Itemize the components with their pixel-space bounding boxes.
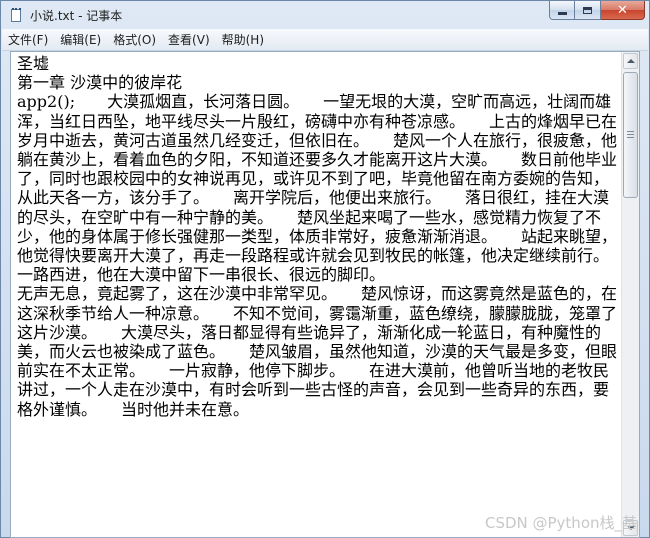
vertical-scrollbar[interactable] xyxy=(621,52,639,537)
grip-line xyxy=(627,134,634,135)
menu-file[interactable]: 文件(F) xyxy=(2,31,54,48)
maximize-icon xyxy=(583,6,592,14)
menu-format[interactable]: 格式(O) xyxy=(107,31,162,48)
arrow-up-icon xyxy=(626,59,635,63)
text-editor[interactable]: 圣墟 第一章 沙漠中的彼岸花 app2(); 大漠孤烟直，长河落日圆。 一望无垠… xyxy=(17,54,618,536)
grip-line xyxy=(627,131,634,132)
notepad-window: 小说.txt - 记事本 ✕ 文件(F) 编辑(E) 格式(O) 查看(V) 帮… xyxy=(0,0,650,538)
scroll-up-button[interactable] xyxy=(623,53,638,69)
minimize-icon xyxy=(557,11,567,15)
notepad-icon[interactable] xyxy=(9,7,24,23)
caption-buttons: ✕ xyxy=(549,1,645,21)
watermark: CSDN @Python栈_基 xyxy=(484,514,637,532)
menu-edit[interactable]: 编辑(E) xyxy=(54,31,107,48)
scroll-thumb[interactable] xyxy=(623,72,638,198)
editor-pane: 圣墟 第一章 沙漠中的彼岸花 app2(); 大漠孤烟直，长河落日圆。 一望无垠… xyxy=(10,51,640,538)
window-title: 小说.txt - 记事本 xyxy=(30,8,123,23)
menu-help[interactable]: 帮助(H) xyxy=(216,31,270,48)
minimize-button[interactable] xyxy=(549,1,575,20)
maximize-button[interactable] xyxy=(575,1,601,20)
title-bar[interactable]: 小说.txt - 记事本 ✕ xyxy=(1,1,649,29)
close-icon: ✕ xyxy=(617,2,628,18)
close-button[interactable]: ✕ xyxy=(601,1,645,20)
grip-line xyxy=(627,137,634,138)
menu-view[interactable]: 查看(V) xyxy=(162,31,216,48)
menu-bar: 文件(F) 编辑(E) 格式(O) 查看(V) 帮助(H) xyxy=(2,29,648,51)
